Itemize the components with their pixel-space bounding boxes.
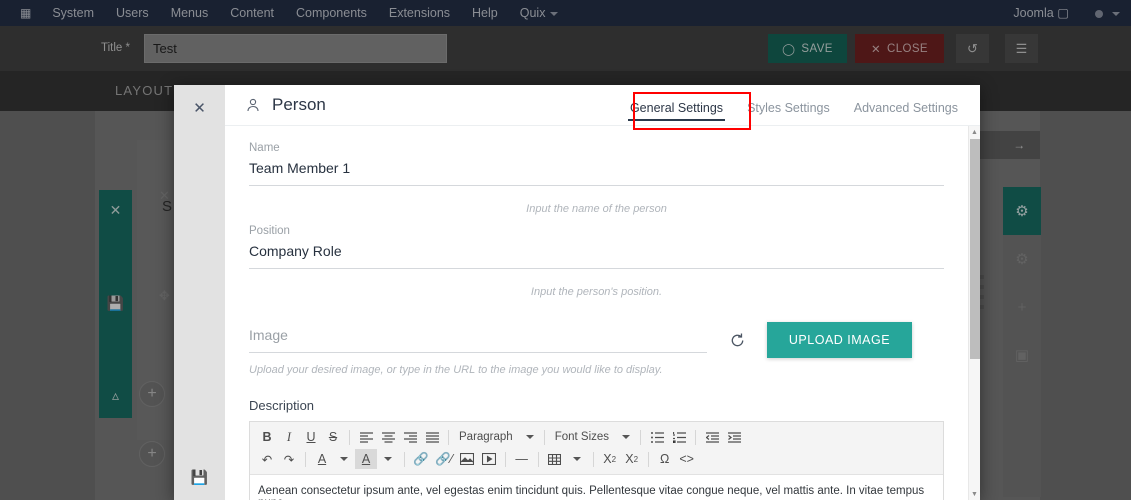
- image-input[interactable]: Image: [249, 327, 707, 353]
- description-label: Description: [249, 398, 944, 413]
- insert-media-icon[interactable]: [478, 449, 500, 469]
- scroll-down-icon[interactable]: ▼: [969, 488, 980, 500]
- tab-general-settings[interactable]: General Settings: [618, 101, 735, 126]
- background-color-caret[interactable]: [377, 449, 399, 469]
- editor-toolbar-row-1: B I U S: [256, 426, 937, 448]
- person-settings-modal: ✕ 💾 Person General Settings Styles Setti…: [174, 85, 980, 500]
- numbered-list-icon[interactable]: [668, 427, 690, 447]
- source-code-icon[interactable]: <>: [676, 449, 698, 469]
- link-icon[interactable]: 🔗: [410, 449, 432, 469]
- table-caret[interactable]: [566, 449, 588, 469]
- image-hint: Upload your desired image, or type in th…: [249, 364, 944, 376]
- modal-save-disk-icon[interactable]: 💾: [174, 469, 225, 486]
- undo-icon[interactable]: ↶: [256, 449, 278, 469]
- position-label: Position: [249, 225, 944, 237]
- subscript-icon[interactable]: X2: [599, 449, 621, 469]
- tab-advanced-settings[interactable]: Advanced Settings: [842, 101, 970, 126]
- chevron-down-icon: [384, 457, 392, 461]
- horizontal-rule-icon[interactable]: —: [511, 449, 533, 469]
- app-root: ▦ System Users Menus Content Components …: [0, 0, 1131, 500]
- table-icon[interactable]: [544, 449, 566, 469]
- align-justify-icon[interactable]: [421, 427, 443, 447]
- align-center-icon[interactable]: [377, 427, 399, 447]
- chevron-down-icon: [340, 457, 348, 461]
- description-editor-body[interactable]: Aenean consectetur ipsum ante, vel egest…: [250, 475, 943, 500]
- modal-scrollbar[interactable]: ▲ ▼: [968, 126, 980, 500]
- text-color-caret[interactable]: [333, 449, 355, 469]
- align-right-icon[interactable]: [399, 427, 421, 447]
- separator: [505, 452, 506, 467]
- separator: [593, 452, 594, 467]
- name-label: Name: [249, 142, 944, 154]
- paragraph-select[interactable]: Paragraph: [454, 431, 539, 443]
- tab-styles-settings[interactable]: Styles Settings: [735, 101, 842, 126]
- superscript-icon[interactable]: X2: [621, 449, 643, 469]
- separator: [305, 452, 306, 467]
- separator: [544, 430, 545, 445]
- modal-close-icon[interactable]: ✕: [174, 99, 225, 117]
- bold-icon[interactable]: B: [256, 427, 278, 447]
- unlink-icon[interactable]: 🔗⁄: [432, 449, 456, 469]
- align-left-icon[interactable]: [355, 427, 377, 447]
- modal-body: Name Team Member 1 Input the name of the…: [225, 126, 968, 500]
- special-character-icon[interactable]: Ω: [654, 449, 676, 469]
- separator: [349, 430, 350, 445]
- modal-side-rail: ✕ 💾: [174, 85, 225, 500]
- chevron-down-icon: [622, 435, 630, 439]
- chevron-down-icon: [526, 435, 534, 439]
- name-hint: Input the name of the person: [249, 203, 944, 215]
- italic-icon[interactable]: I: [278, 427, 300, 447]
- field-image: Image UPLOAD IMAGE: [249, 322, 944, 358]
- person-icon: [245, 97, 261, 113]
- separator: [648, 452, 649, 467]
- position-input[interactable]: Company Role: [249, 243, 944, 269]
- field-position: Position Company Role Input the person's…: [249, 225, 944, 298]
- separator: [640, 430, 641, 445]
- scroll-up-icon[interactable]: ▲: [969, 126, 980, 138]
- bullet-list-icon[interactable]: [646, 427, 668, 447]
- separator: [404, 452, 405, 467]
- reload-icon[interactable]: [707, 332, 767, 349]
- modal-main: Person General Settings Styles Settings …: [225, 85, 980, 500]
- scrollbar-thumb[interactable]: [970, 139, 980, 359]
- modal-title: Person: [272, 95, 326, 115]
- strikethrough-icon[interactable]: S: [322, 427, 344, 447]
- modal-header: Person General Settings Styles Settings …: [225, 85, 980, 126]
- separator: [538, 452, 539, 467]
- outdent-icon[interactable]: [701, 427, 723, 447]
- modal-tabs: General Settings Styles Settings Advance…: [618, 85, 980, 126]
- position-hint: Input the person's position.: [249, 286, 944, 298]
- underline-icon[interactable]: U: [300, 427, 322, 447]
- description-editor: B I U S: [249, 421, 944, 500]
- background-color-icon[interactable]: A: [355, 449, 377, 469]
- field-name: Name Team Member 1 Input the name of the…: [249, 142, 944, 215]
- separator: [448, 430, 449, 445]
- upload-image-button[interactable]: UPLOAD IMAGE: [767, 322, 912, 358]
- indent-icon[interactable]: [723, 427, 745, 447]
- editor-toolbar-row-2: ↶ ↷ A A 🔗 🔗⁄: [256, 448, 937, 470]
- text-color-icon[interactable]: A: [311, 449, 333, 469]
- image-input-wrap: Image: [249, 327, 707, 353]
- redo-icon[interactable]: ↷: [278, 449, 300, 469]
- separator: [695, 430, 696, 445]
- fontsize-select[interactable]: Font Sizes: [550, 431, 635, 443]
- editor-toolbar: B I U S: [250, 422, 943, 475]
- chevron-down-icon: [573, 457, 581, 461]
- insert-image-icon[interactable]: [456, 449, 478, 469]
- name-input[interactable]: Team Member 1: [249, 160, 944, 186]
